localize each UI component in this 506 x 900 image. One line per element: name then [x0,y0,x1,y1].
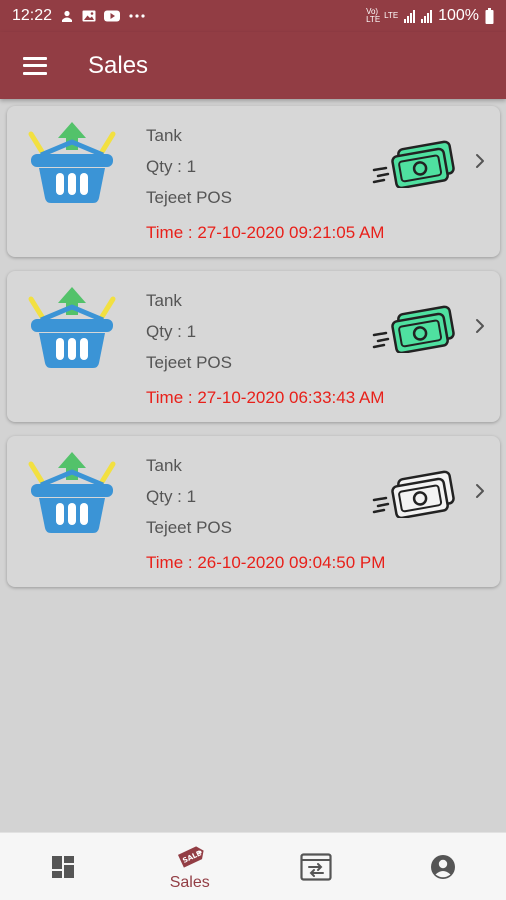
quantity: Qty : 1 [146,322,197,341]
chevron-right-icon [476,484,484,498]
chevron-right-icon [476,154,484,168]
sale-time: Time : 27-10-2020 06:33:43 AM [146,388,385,407]
nav-sales[interactable]: SALE Sales [127,833,254,900]
sale-time: Time : 26-10-2020 09:04:50 PM [146,553,386,572]
youtube-icon [104,10,121,22]
quantity: Qty : 1 [146,487,197,506]
sale-time: Time : 27-10-2020 09:21:05 AM [146,223,385,242]
sale-card-1[interactable]: Tank Qty : 1 Tejeet POS Time : 27-10-202… [7,106,500,257]
sale-details: Tank Qty : 1 Tejeet POS Time : 27-10-202… [146,126,384,243]
product-name: Tank [146,291,182,310]
volte-icon: Vo) LTE [366,7,381,24]
nav-transfer[interactable] [253,833,380,900]
sales-list: Tank Qty : 1 Tejeet POS Time : 27-10-202… [7,106,500,601]
transfer-icon [300,852,332,881]
chevron-right-icon [476,319,484,333]
basket-icon [28,452,116,533]
sale-tag-icon: SALE [177,845,204,868]
store-name: Tejeet POS [146,188,232,207]
store-name: Tejeet POS [146,518,232,537]
basket-icon [28,122,116,203]
lte-icon: LTE [384,11,399,20]
product-name: Tank [146,126,182,145]
status-bar: 12:22 Vo) LTE LTE 100% [0,0,506,32]
person-icon [62,10,73,22]
sale-card-2[interactable]: Tank Qty : 1 Tejeet POS Time : 27-10-202… [7,271,500,422]
cash-icon [372,140,455,188]
product-name: Tank [146,456,182,475]
sale-details: Tank Qty : 1 Tejeet POS Time : 27-10-202… [146,291,384,408]
cash-icon [372,305,455,353]
status-time: 12:22 [12,7,53,24]
dashboard-icon [52,855,75,878]
sale-details: Tank Qty : 1 Tejeet POS Time : 26-10-202… [146,456,385,573]
page-title: Sales [88,51,149,79]
image-icon [82,10,96,22]
app-bar: Sales [0,32,506,99]
basket-icon [28,287,116,368]
store-name: Tejeet POS [146,353,232,372]
nav-sales-label: Sales [169,873,210,891]
account-icon [430,854,455,879]
battery-icon [485,8,494,24]
hamburger-menu-icon [23,56,47,75]
signal-icon-2 [421,9,433,23]
menu-button[interactable] [0,32,70,99]
signal-icon [404,9,416,23]
bottom-navigation: SALE Sales [0,832,506,900]
nav-dashboard[interactable] [0,833,127,900]
nav-account[interactable] [380,833,506,900]
sale-card-3[interactable]: Tank Qty : 1 Tejeet POS Time : 26-10-202… [7,436,500,587]
battery-percent: 100% [438,7,479,24]
cash-icon [372,470,455,518]
quantity: Qty : 1 [146,157,197,176]
more-icon [129,14,145,18]
